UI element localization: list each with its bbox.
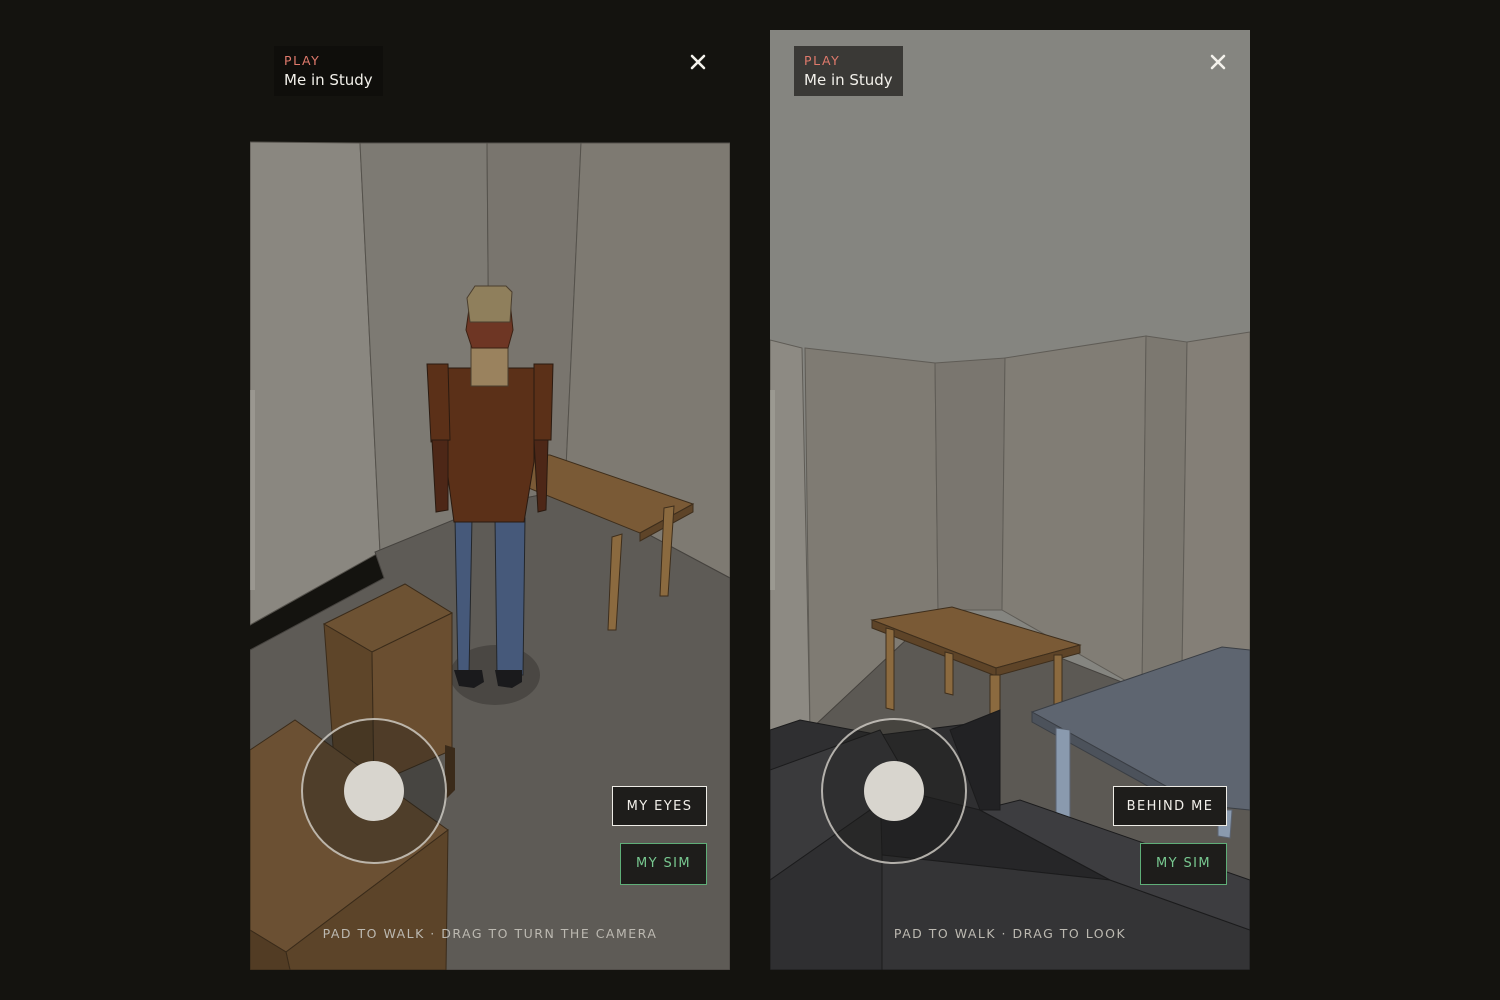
- wall-right-2: [1181, 331, 1250, 671]
- controls-hint: PAD TO WALK · DRAG TO LOOK: [893, 926, 1127, 941]
- my-sim-button[interactable]: MY SIM: [1140, 843, 1227, 885]
- my-sim-button[interactable]: MY SIM: [620, 843, 707, 885]
- mode-badge: PLAY Me in Study: [274, 46, 383, 96]
- wall-left: [250, 141, 381, 626]
- joystick-knob[interactable]: [344, 761, 404, 821]
- joystick-pad[interactable]: [821, 718, 967, 864]
- joystick-knob[interactable]: [864, 761, 924, 821]
- wall-back-2: [934, 357, 1006, 611]
- mode-label: PLAY: [804, 53, 841, 68]
- controls-hint: PAD TO WALK · DRAG TO TURN THE CAMERA: [322, 926, 658, 941]
- wall-left: [770, 339, 811, 753]
- wall-right-1: [1141, 335, 1188, 691]
- scene-title: Me in Study: [284, 71, 373, 89]
- close-icon[interactable]: [1208, 52, 1228, 72]
- my-eyes-button[interactable]: MY EYES: [612, 786, 707, 826]
- joystick-pad[interactable]: [301, 718, 447, 864]
- scene-title: Me in Study: [804, 71, 893, 89]
- mode-label: PLAY: [284, 53, 321, 68]
- game-view-third-person[interactable]: PLAY Me in Study MY EYES MY SIM PAD TO W…: [250, 30, 730, 970]
- close-icon[interactable]: [688, 52, 708, 72]
- game-view-first-person[interactable]: PLAY Me in Study BEHIND ME MY SIM PAD TO…: [770, 30, 1250, 970]
- behind-me-button[interactable]: BEHIND ME: [1113, 786, 1227, 826]
- mode-badge: PLAY Me in Study: [794, 46, 903, 96]
